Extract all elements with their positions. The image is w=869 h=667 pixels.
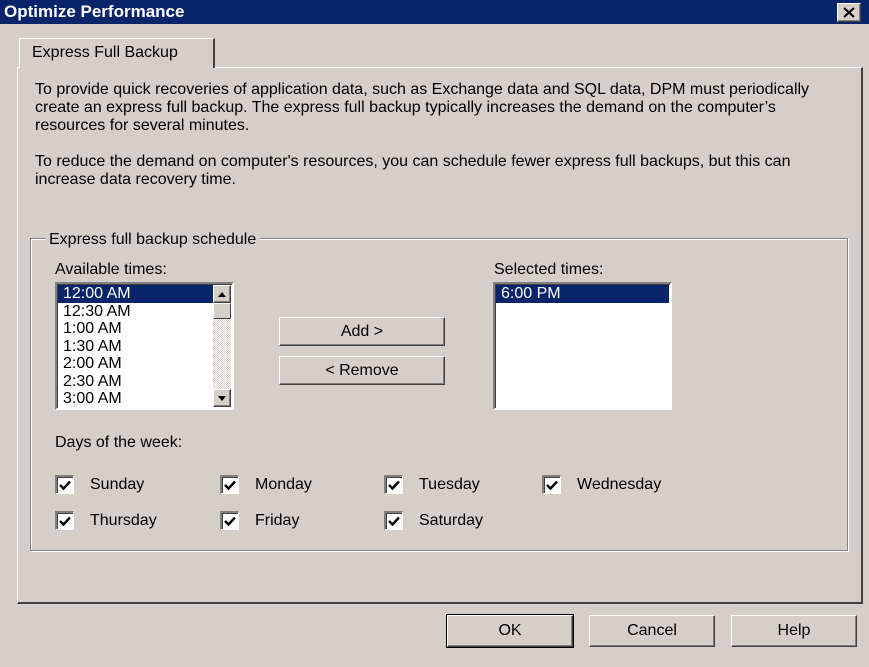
selected-times-items: 6:00 PM [496,285,669,303]
scroll-up-button[interactable] [213,285,231,303]
scroll-up-arrow-icon [218,291,226,297]
add-button-label: Add > [340,322,384,340]
available-time-item[interactable]: 12:00 AM [58,285,213,303]
tab-express-full-backup[interactable]: Express Full Backup [19,38,215,68]
description-paragraph-1: To provide quick recoveries of applicati… [35,81,810,134]
tab-label: Express Full Backup [32,44,178,61]
available-times-scrollbar[interactable] [213,285,231,407]
saturday-label: Saturday [419,511,484,529]
monday-label: Monday [255,475,312,493]
add-button[interactable]: Add > [279,317,445,346]
checkmark-icon [224,516,236,526]
ok-button-label: OK [498,622,522,639]
saturday-checkbox[interactable] [384,511,403,530]
day-monday[interactable]: Monday [220,475,312,494]
friday-checkbox[interactable] [220,511,239,530]
available-time-item[interactable]: 3:00 AM [58,390,213,408]
help-button[interactable]: Help [731,615,857,647]
checkmark-icon [59,480,71,490]
available-time-item[interactable]: 12:30 AM [58,303,213,321]
checkmark-icon [59,516,71,526]
scroll-thumb[interactable] [213,303,231,319]
monday-checkbox[interactable] [220,475,239,494]
day-thursday[interactable]: Thursday [55,511,157,530]
available-time-item[interactable]: 1:30 AM [58,338,213,356]
thursday-label: Thursday [90,511,157,529]
checkmark-icon [388,516,400,526]
sunday-label: Sunday [90,475,145,493]
close-icon [843,7,855,18]
available-times-label: Available times: [55,261,167,278]
title-bar: Optimize Performance [0,0,869,24]
selected-time-item[interactable]: 6:00 PM [496,285,669,303]
tuesday-label: Tuesday [419,475,480,493]
close-button[interactable] [837,3,861,22]
remove-button-label: < Remove [325,361,399,379]
available-time-item[interactable]: 2:30 AM [58,373,213,391]
checkmark-icon [224,480,236,490]
thursday-checkbox[interactable] [55,511,74,530]
sunday-checkbox[interactable] [55,475,74,494]
friday-label: Friday [255,511,300,529]
wednesday-checkbox[interactable] [542,475,561,494]
scroll-down-button[interactable] [213,389,231,407]
available-time-item[interactable]: 1:00 AM [58,320,213,338]
scroll-down-arrow-icon [218,395,226,401]
day-tuesday[interactable]: Tuesday [384,475,480,494]
day-friday[interactable]: Friday [220,511,299,530]
wednesday-label: Wednesday [577,475,662,493]
day-sunday[interactable]: Sunday [55,475,144,494]
day-wednesday[interactable]: Wednesday [542,475,661,494]
available-times-items: 12:00 AM 12:30 AM 1:00 AM 1:30 AM 2:00 AM 2:3… [58,285,213,408]
cancel-button-label: Cancel [627,622,677,639]
selected-times-listbox[interactable]: 6:00 PM [493,282,672,410]
selected-times-label: Selected times: [494,261,604,278]
schedule-group-label: Express full backup schedule [45,231,261,249]
checkmark-icon [546,480,558,490]
tuesday-checkbox[interactable] [384,475,403,494]
day-saturday[interactable]: Saturday [384,511,483,530]
description-paragraph-2: To reduce the demand on computer's resou… [35,153,791,188]
cancel-button[interactable]: Cancel [589,615,715,647]
checkmark-icon [388,480,400,490]
remove-button[interactable]: < Remove [279,356,445,385]
available-time-item[interactable]: 2:00 AM [58,355,213,373]
help-button-label: Help [777,622,811,639]
window-title: Optimize Performance [4,2,185,21]
available-times-listbox[interactable]: 12:00 AM 12:30 AM 1:00 AM 1:30 AM 2:00 AM 2:3… [55,282,234,410]
days-of-week-label: Days of the week: [55,434,183,451]
ok-button[interactable]: OK [446,614,574,648]
